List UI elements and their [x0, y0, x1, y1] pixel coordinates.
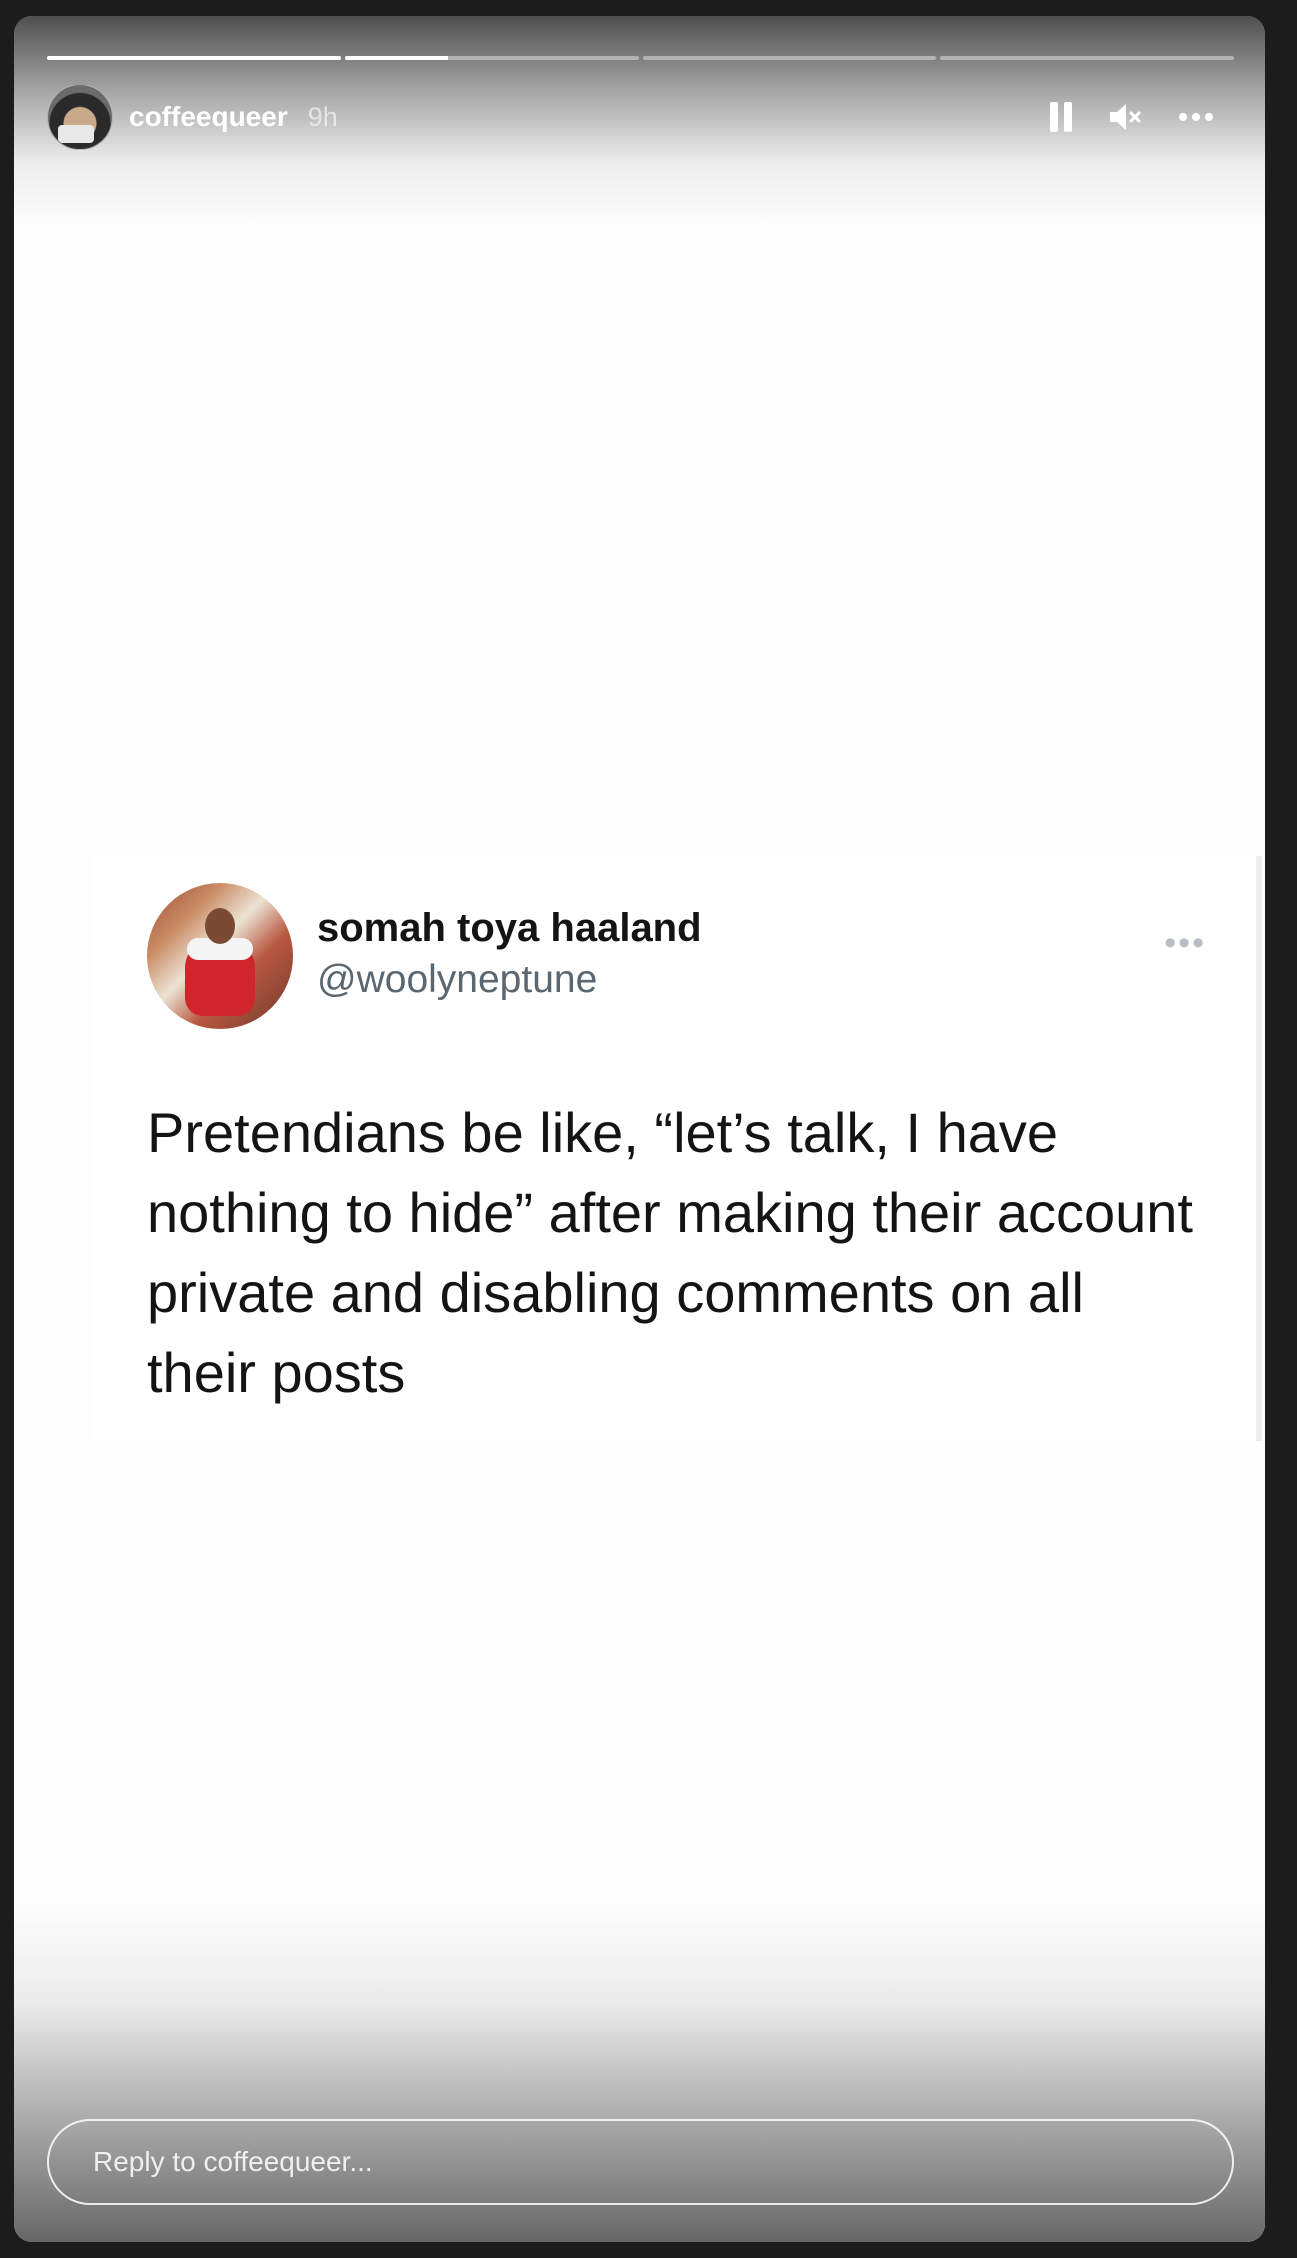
- avatar[interactable]: [47, 84, 113, 150]
- progress-segment: [940, 56, 1234, 60]
- story-progress-bar: [47, 56, 1234, 60]
- tweet-text: Pretendians be like, “let’s talk, I have…: [147, 1101, 1193, 1404]
- pause-button[interactable]: [1050, 102, 1072, 132]
- tweet-screenshot: somah toya haaland @woolyneptune ••• Pre…: [92, 856, 1262, 1441]
- muted-speaker-icon: [1110, 104, 1141, 130]
- progress-segment: [47, 56, 341, 60]
- story-viewer[interactable]: coffeequeer 9h somah toya haaland @wooly…: [14, 16, 1265, 2242]
- reply-input[interactable]: [93, 2146, 1232, 2178]
- tweet-author-name: somah toya haaland: [317, 906, 702, 950]
- story-controls: [1050, 102, 1214, 132]
- tweet-avatar: [147, 883, 293, 1029]
- more-options-button[interactable]: [1178, 112, 1214, 122]
- story-username[interactable]: coffeequeer: [129, 101, 288, 133]
- story-header: coffeequeer 9h: [47, 84, 1232, 150]
- reply-field[interactable]: [47, 2119, 1234, 2205]
- story-timestamp: 9h: [307, 101, 338, 132]
- mute-button[interactable]: [1108, 102, 1142, 132]
- pause-icon: [1050, 102, 1072, 132]
- more-horizontal-icon: [1179, 113, 1213, 121]
- progress-segment: [642, 56, 937, 60]
- tweet-author-handle: @woolyneptune: [317, 958, 598, 1001]
- tweet-more-icon: •••: [1164, 924, 1206, 962]
- progress-segment: [344, 56, 639, 60]
